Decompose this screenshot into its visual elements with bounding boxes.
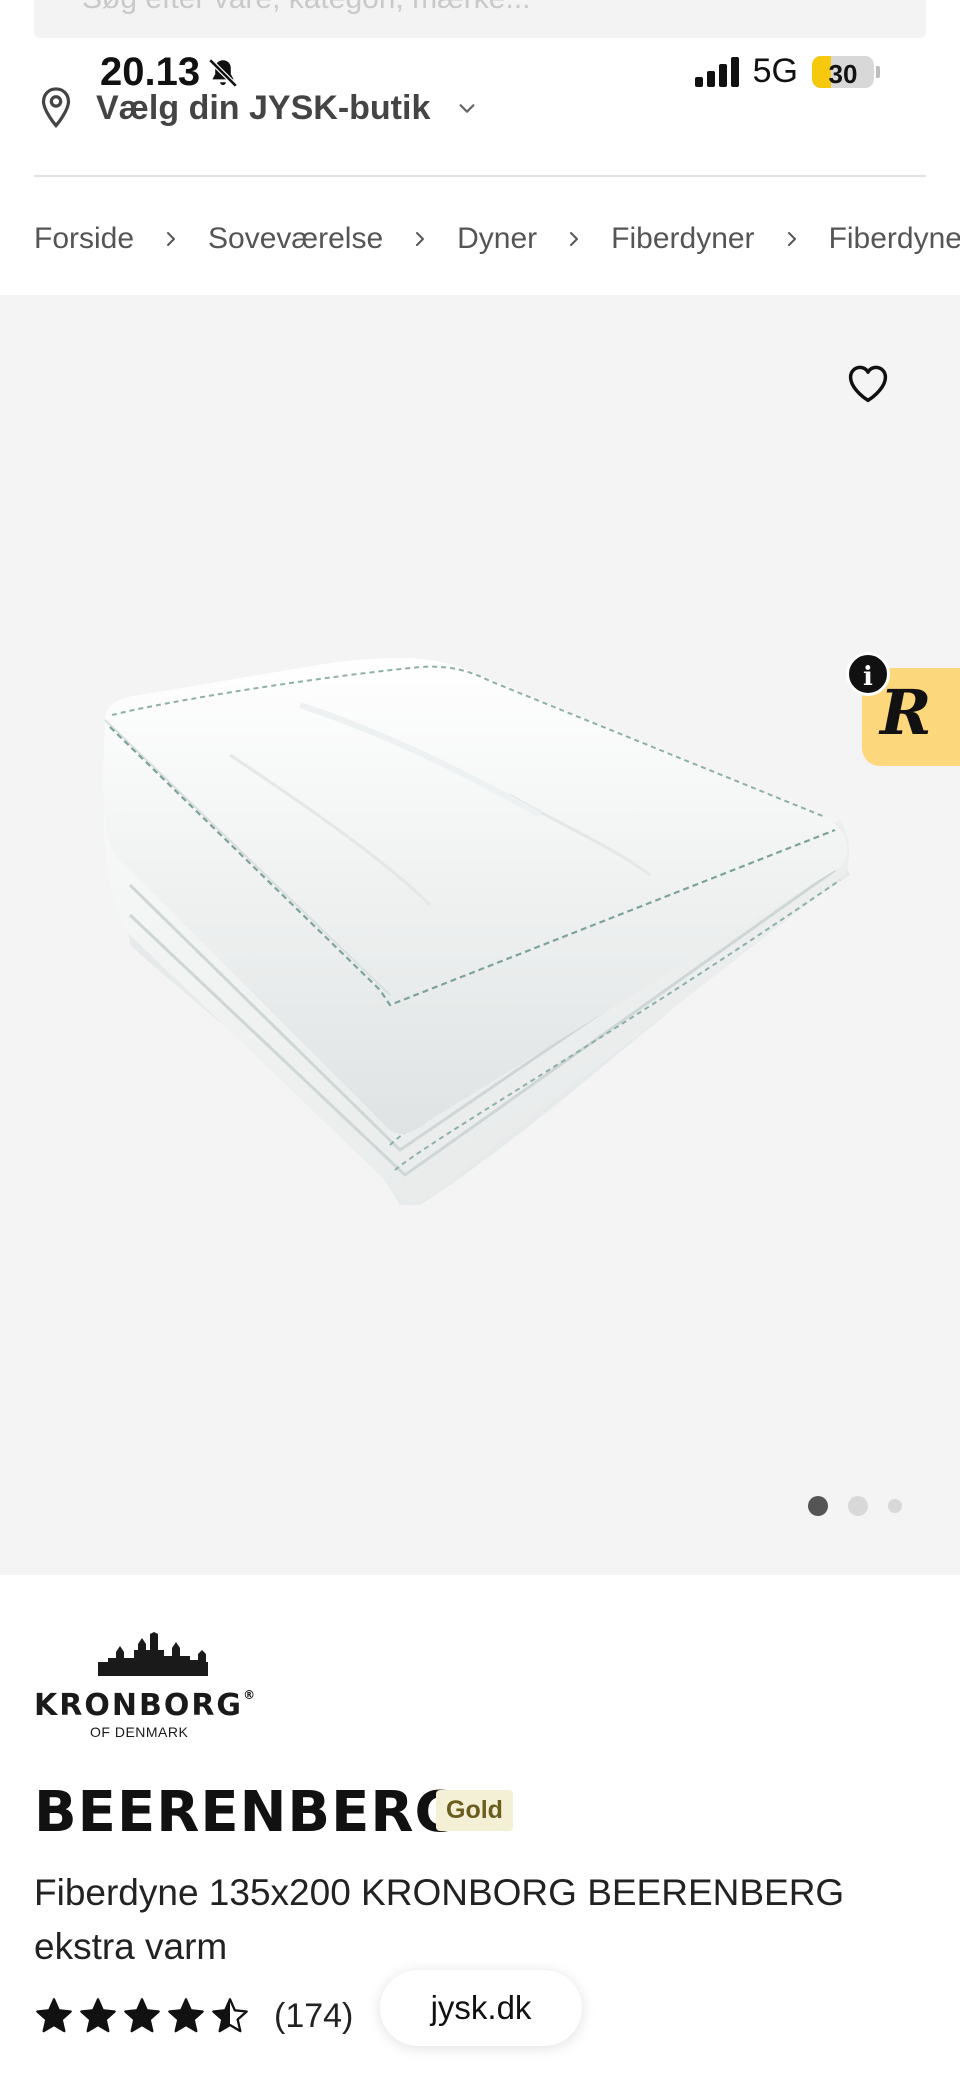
heart-icon[interactable] [846,362,890,404]
breadcrumb-item[interactable]: Fiberdyne 1 [829,222,960,256]
breadcrumb-item[interactable]: Soveværelse [208,222,383,256]
product-image [103,657,850,1205]
chevron-right-icon [787,232,796,246]
battery-level: 30 [828,58,858,88]
tier-badge: Gold [436,1790,513,1831]
brand-subtitle: OF DENMARK [90,1724,189,1740]
breadcrumb: Forside Soveværelse Dyner Fiberdyner Fiberdy… [34,222,960,256]
url-bar[interactable]: jysk.dk [380,1970,582,2046]
castle-icon [98,1632,208,1676]
breadcrumb-item[interactable]: Fiberdyner [611,222,754,256]
star-full-icon [168,1998,204,2033]
star-full-icon [80,1998,116,2033]
network-type: 5G [752,52,798,90]
chevron-right-icon [167,232,176,246]
location-pin-icon [41,87,71,129]
bell-muted-icon [208,58,238,87]
breadcrumb-item[interactable]: Forside [34,222,134,256]
store-label: Vælg din JYSK-butik [96,88,431,127]
star-full-icon [124,1998,160,2033]
rating[interactable]: (174) [34,1996,353,2036]
product-description: Fiberdyne 135x200 KRONBORG BEERENBERG ek… [34,1872,845,1967]
chevron-down-icon [459,104,475,113]
url-domain: jysk.dk [430,1989,532,2026]
review-count: (174) [274,1996,354,2035]
chevron-right-icon [416,232,425,246]
store-picker[interactable]: Vælg din JYSK-butik [38,86,478,130]
product-page: Søg efter vare, kategori, mærke... 20.13… [0,0,960,2081]
pagination-dot[interactable] [848,1496,868,1516]
header-divider [34,175,926,177]
star-half-icon [212,1998,248,2033]
battery-icon: 30 [812,55,880,88]
gallery-pagination[interactable] [808,1496,902,1516]
pagination-dot[interactable] [888,1499,902,1513]
info-icon[interactable]: i [846,652,890,696]
signal-icon [694,56,739,87]
status-indicators: 5G 30 [694,52,880,91]
search-bar[interactable]: Søg efter vare, kategori, mærke... [34,0,926,38]
product-title: BEERENBERG [34,1780,462,1845]
search-placeholder: Søg efter vare, kategori, mærke... [82,0,531,16]
brand-name: KRONBORG® [34,1688,256,1723]
star-full-icon [36,1998,72,2033]
chevron-right-icon [570,232,579,246]
pagination-dot[interactable] [808,1496,828,1516]
brand-logo[interactable]: KRONBORG® OF DENMARK [34,1632,256,1744]
widget-logo: R [880,676,932,749]
breadcrumb-item[interactable]: Dyner [457,222,537,256]
